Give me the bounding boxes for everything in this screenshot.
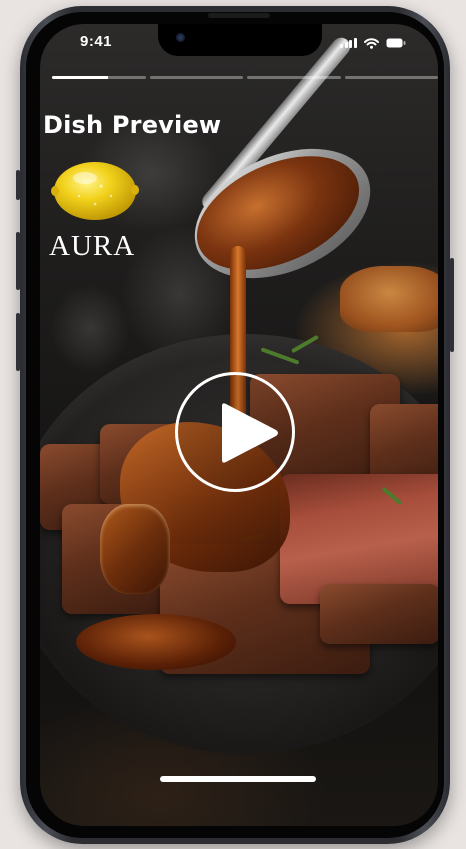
play-icon <box>220 402 280 469</box>
story-progress <box>52 76 438 80</box>
signal-icon <box>340 38 357 48</box>
progress-segment-4 <box>344 76 438 79</box>
play-button[interactable] <box>175 372 295 492</box>
progress-segment-3 <box>247 76 341 79</box>
speaker <box>208 13 270 18</box>
page-title: Dish Preview <box>43 111 222 139</box>
side-button-right <box>450 258 454 352</box>
status-time: 9:41 <box>80 33 113 50</box>
wifi-icon <box>363 37 379 49</box>
home-indicator[interactable] <box>160 776 316 782</box>
battery-icon <box>386 38 406 48</box>
progress-segment-1 <box>52 76 146 79</box>
side-button-left-3 <box>16 313 20 371</box>
side-button-left-1 <box>16 170 20 200</box>
bread-background <box>340 266 438 332</box>
camera-icon <box>176 33 185 42</box>
progress-segment-2 <box>149 76 243 79</box>
lemon-icon <box>51 156 139 224</box>
status-icons <box>340 36 406 50</box>
brand-name: AURA <box>49 230 136 262</box>
side-button-left-2 <box>16 232 20 290</box>
